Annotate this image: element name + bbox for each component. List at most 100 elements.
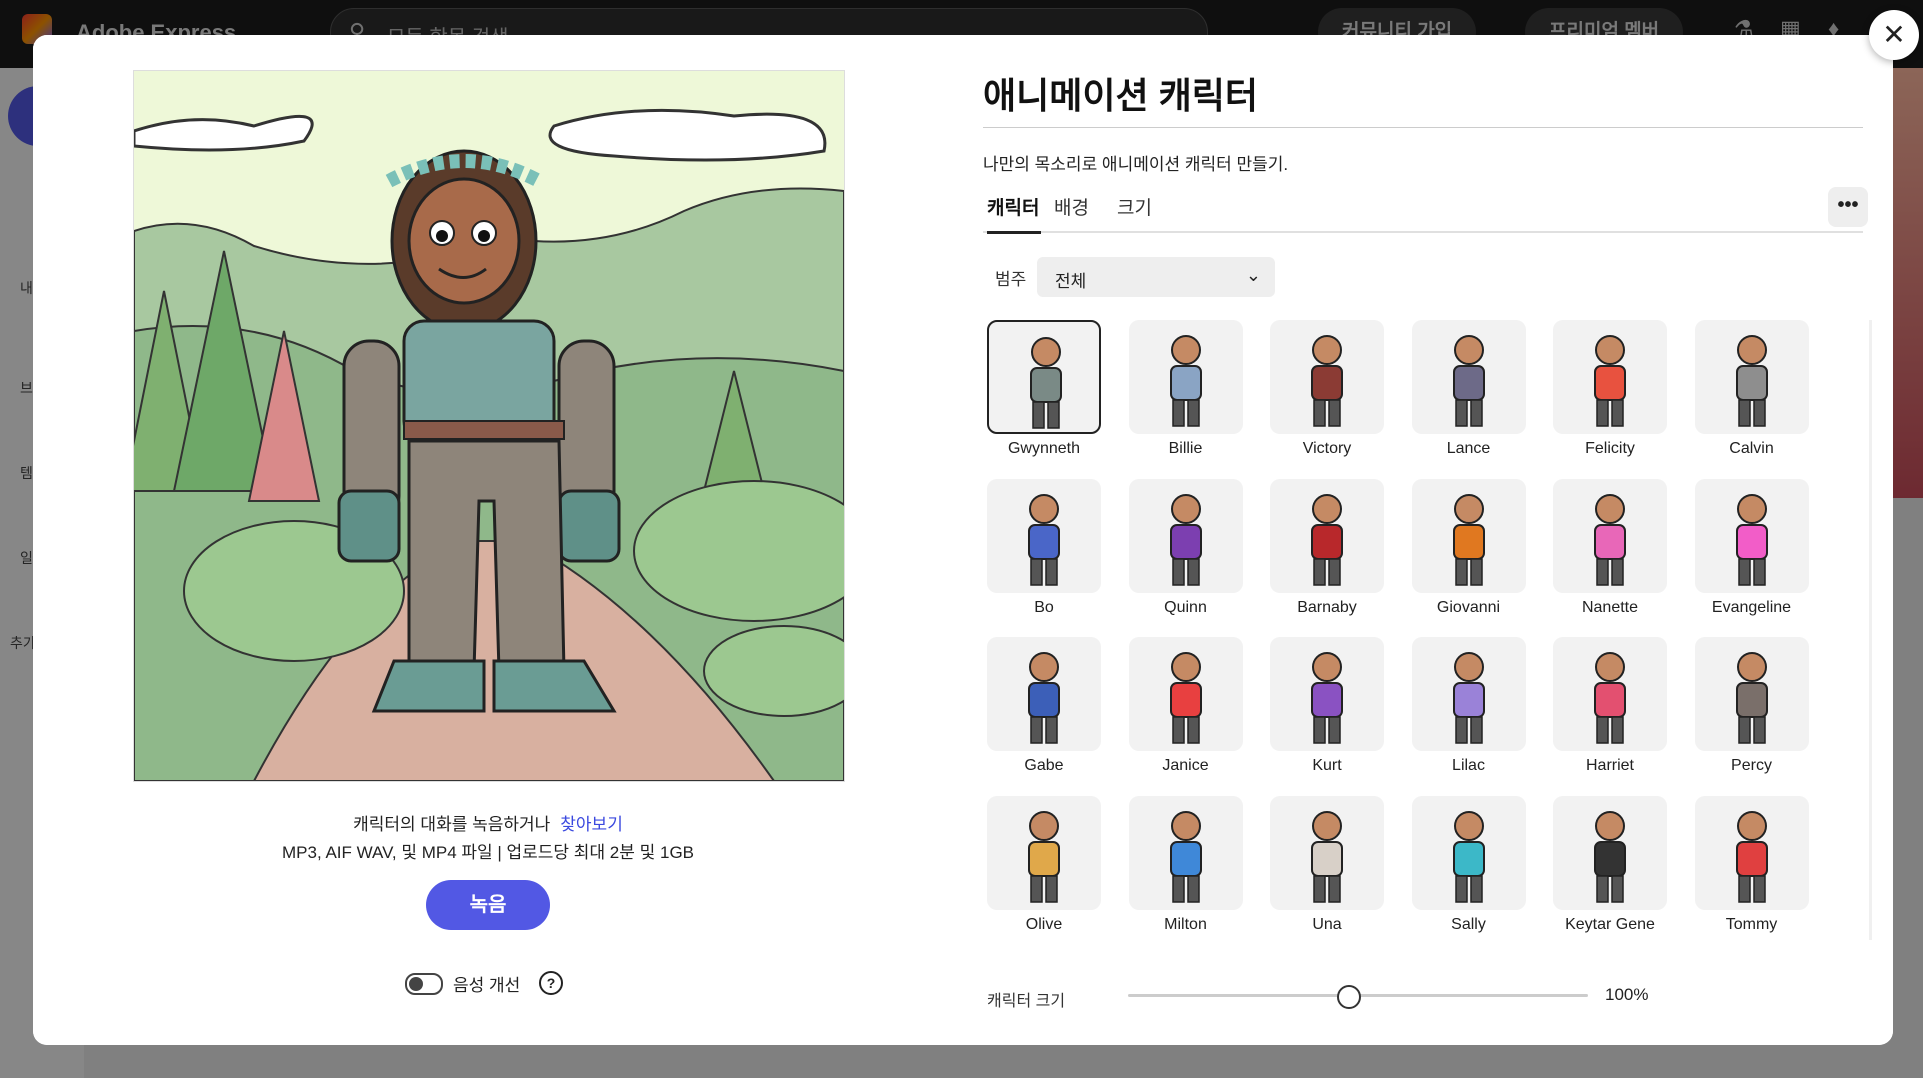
character-thumbnail xyxy=(987,637,1101,751)
character-name: Lilac xyxy=(1452,757,1485,774)
character-preview xyxy=(133,70,845,782)
character-name: Felicity xyxy=(1585,440,1635,457)
category-select[interactable]: 전체 ⌄ xyxy=(1037,257,1275,297)
tab-size[interactable]: 크기 xyxy=(1117,193,1152,220)
character-card[interactable]: Bo xyxy=(987,478,1101,617)
character-name: Evangeline xyxy=(1711,598,1792,616)
character-card[interactable]: Quinn xyxy=(1128,478,1243,617)
character-name: Calvin xyxy=(1729,440,1774,457)
character-name: Sally xyxy=(1451,915,1486,933)
character-thumbnail xyxy=(1411,795,1526,910)
character-thumbnail xyxy=(1128,795,1243,910)
record-prompt: 캐릭터의 대화를 녹음하거나 찾아보기 xyxy=(33,810,943,835)
character-thumbnail xyxy=(1694,478,1809,593)
character-card[interactable]: Lance xyxy=(1411,320,1526,458)
character-thumbnail xyxy=(1128,637,1243,751)
toggle-knob xyxy=(409,977,423,991)
character-card[interactable]: Nanette xyxy=(1553,478,1667,617)
character-name: Lance xyxy=(1446,440,1491,457)
chevron-down-icon: ⌄ xyxy=(1245,265,1261,285)
character-name: Milton xyxy=(1164,915,1207,933)
character-name: Olive xyxy=(1025,915,1063,933)
character-name: Percy xyxy=(1731,757,1772,774)
dialog-subtitle: 나만의 목소리로 애니메이션 캐릭터 만들기. xyxy=(983,155,1289,174)
character-card[interactable]: Milton xyxy=(1128,795,1243,934)
animate-character-dialog: 캐릭터의 대화를 녹음하거나 찾아보기 MP3, AIF WAV, 및 MP4 파… xyxy=(33,35,1893,1045)
voice-enhance-toggle[interactable] xyxy=(405,973,443,995)
character-card[interactable]: Barnaby xyxy=(1270,478,1384,617)
character-grid: Gwynneth Billie Victory Lance Felicity Calvin… xyxy=(987,320,1847,980)
character-card[interactable]: Evangeline xyxy=(1694,478,1809,617)
character-preview-illustration xyxy=(134,71,844,781)
character-thumbnail xyxy=(1270,795,1384,910)
character-thumbnail xyxy=(1553,478,1667,593)
character-card[interactable]: Giovanni xyxy=(1411,478,1526,617)
character-name: Janice xyxy=(1162,757,1209,774)
character-card[interactable]: Olive xyxy=(987,795,1101,934)
character-thumbnail xyxy=(987,795,1101,910)
character-thumbnail xyxy=(1553,795,1667,910)
character-card[interactable]: Felicity xyxy=(1553,320,1667,458)
character-card[interactable]: Gwynneth xyxy=(987,320,1101,458)
character-thumbnail xyxy=(1553,320,1667,434)
character-card[interactable]: Una xyxy=(1270,795,1384,934)
size-label: 캐릭터 크기 xyxy=(987,993,1066,1010)
character-card[interactable]: Billie xyxy=(1128,320,1243,458)
character-card[interactable]: Keytar Gene xyxy=(1553,795,1667,934)
character-name: Barnaby xyxy=(1297,598,1357,616)
character-card[interactable]: Kurt xyxy=(1270,637,1384,775)
character-thumbnail xyxy=(1411,478,1526,593)
character-thumbnail xyxy=(1128,320,1243,434)
character-card[interactable]: Percy xyxy=(1694,637,1809,775)
character-card[interactable]: Harriet xyxy=(1553,637,1667,775)
more-options-button[interactable]: ••• xyxy=(1828,187,1868,227)
tab-character[interactable]: 캐릭터 xyxy=(987,193,1039,220)
character-thumbnail xyxy=(1270,478,1384,593)
close-button[interactable]: ✕ xyxy=(1869,10,1919,60)
character-thumbnail xyxy=(1270,637,1384,751)
active-tab-indicator xyxy=(987,231,1041,234)
settings-pane: 애니메이션 캐릭터 나만의 목소리로 애니메이션 캐릭터 만들기. 캐릭터 배경… xyxy=(943,35,1893,1045)
character-card[interactable]: Gabe xyxy=(987,637,1101,775)
character-name: Victory xyxy=(1302,440,1352,457)
character-thumbnail xyxy=(1553,637,1667,751)
browse-link[interactable]: 찾아보기 xyxy=(560,815,623,834)
character-name: Keytar Gene xyxy=(1565,915,1655,933)
tab-background[interactable]: 배경 xyxy=(1054,193,1089,220)
character-thumbnail xyxy=(1270,320,1384,434)
character-card[interactable]: Tommy xyxy=(1694,795,1809,934)
character-thumbnail xyxy=(1694,637,1809,751)
title-divider xyxy=(983,127,1863,128)
character-card[interactable]: Lilac xyxy=(1411,637,1526,775)
character-name: Una xyxy=(1312,915,1342,933)
help-icon[interactable]: ? xyxy=(539,971,563,995)
tab-divider xyxy=(983,231,1863,233)
character-name: Bo xyxy=(1034,598,1054,616)
voice-enhance-label: 음성 개선 xyxy=(453,976,521,995)
slider-knob[interactable] xyxy=(1336,985,1361,1009)
character-name: Tommy xyxy=(1725,915,1778,933)
character-card[interactable]: Sally xyxy=(1411,795,1526,934)
grid-scrollbar[interactable] xyxy=(1869,320,1872,940)
character-thumbnail xyxy=(1411,637,1526,751)
character-card[interactable]: Calvin xyxy=(1694,320,1809,458)
character-name: Harriet xyxy=(1585,757,1634,774)
character-name: Giovanni xyxy=(1436,598,1501,616)
character-thumbnail xyxy=(1128,478,1243,593)
file-info: MP3, AIF WAV, 및 MP4 파일 | 업로드당 최대 2분 및 1G… xyxy=(281,843,694,862)
size-slider[interactable] xyxy=(1128,985,1588,1009)
record-button[interactable]: 녹음 xyxy=(426,880,550,930)
character-name: Gabe xyxy=(1024,757,1064,774)
character-card[interactable]: Janice xyxy=(1128,637,1243,775)
category-value: 전체 xyxy=(1055,272,1087,291)
character-name: Gwynneth xyxy=(1007,440,1081,457)
character-thumbnail xyxy=(1411,320,1526,434)
preview-pane: 캐릭터의 대화를 녹음하거나 찾아보기 MP3, AIF WAV, 및 MP4 파… xyxy=(33,35,943,1045)
character-thumbnail xyxy=(987,478,1101,593)
character-thumbnail xyxy=(1694,320,1809,434)
character-name: Nanette xyxy=(1581,598,1639,616)
character-card[interactable]: Victory xyxy=(1270,320,1384,458)
character-name: Kurt xyxy=(1312,757,1342,774)
dialog-title: 애니메이션 캐릭터 xyxy=(983,75,1258,116)
character-name: Quinn xyxy=(1164,598,1207,616)
